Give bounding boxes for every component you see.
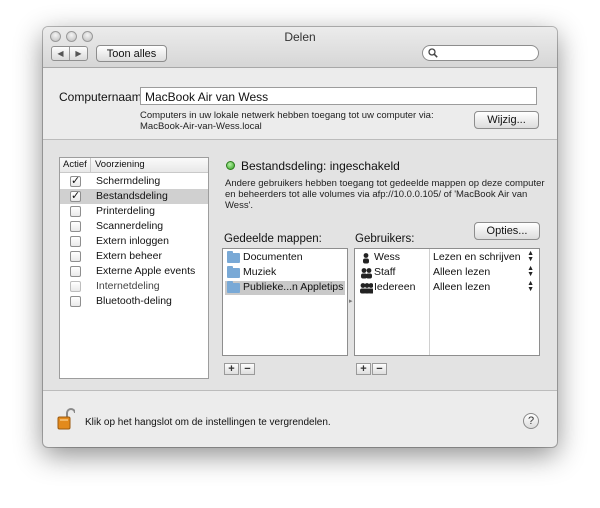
- shared-folder-label: Documenten: [243, 251, 303, 263]
- shared-folder-row[interactable]: Documenten: [225, 251, 345, 265]
- user-row[interactable]: Staff Alleen lezen ▲ ▼: [357, 265, 537, 280]
- user-name: Wess: [374, 251, 401, 263]
- user-row[interactable]: Wess Lezen en schrijven ▲ ▼: [357, 250, 537, 265]
- popup-arrows-icon: ▲ ▼: [527, 250, 534, 263]
- status-indicator: [226, 161, 235, 170]
- service-label: Printerdeling: [96, 205, 155, 217]
- column-divider: [90, 158, 91, 172]
- status-label: Bestandsdeling: ingeschakeld: [241, 159, 400, 173]
- permission-popup[interactable]: Lezen en schrijven ▲ ▼: [433, 250, 537, 263]
- edit-button[interactable]: Wijzig...: [474, 111, 539, 129]
- services-list: Actief Voorziening ✓ Schermdeling ✓ Bestand…: [59, 157, 209, 379]
- services-list-header: Actief Voorziening: [60, 158, 208, 173]
- user-name: Staff: [374, 266, 396, 278]
- service-row[interactable]: Printerdeling: [60, 204, 208, 219]
- service-checkbox[interactable]: [70, 221, 81, 232]
- service-label: Extern inloggen: [96, 235, 169, 247]
- service-label: Extern beheer: [96, 250, 162, 262]
- permission-popup[interactable]: Alleen lezen ▲ ▼: [433, 280, 537, 293]
- service-checkbox[interactable]: [70, 266, 81, 277]
- service-row[interactable]: Extern beheer: [60, 249, 208, 264]
- description-line-2: en beheerders tot alle volumes via afp:/…: [225, 189, 528, 200]
- service-row[interactable]: Bluetooth-deling: [60, 294, 208, 309]
- computer-address: MacBook-Air-van-Wess.local: [140, 121, 262, 132]
- column-header-service[interactable]: Voorziening: [95, 159, 145, 170]
- computer-name-field[interactable]: MacBook Air van Wess: [140, 87, 537, 105]
- users-list: Wess Lezen en schrijven ▲ ▼ Staff Alleen leze…: [354, 248, 540, 356]
- service-checkbox[interactable]: [70, 236, 81, 247]
- lock-hint: Klik op het hangslot om de instellingen …: [85, 417, 331, 428]
- footer-divider: [43, 390, 557, 391]
- service-row[interactable]: ✓ Schermdeling: [60, 174, 208, 189]
- everyone-icon: [360, 283, 373, 294]
- shared-folders-label: Gedeelde mappen:: [224, 233, 322, 245]
- service-row[interactable]: ✓ Bestandsdeling: [60, 189, 208, 204]
- options-button[interactable]: Opties...: [474, 222, 540, 240]
- window-title: Delen: [284, 30, 316, 44]
- shared-folder-row[interactable]: Publieke...n Appletips: [225, 281, 345, 295]
- service-checkbox[interactable]: ✓: [70, 191, 81, 202]
- service-label: Scannerdeling: [96, 220, 164, 232]
- permission-label: Lezen en schrijven: [433, 251, 521, 263]
- sharing-window: Delen ◀ ▶ Toon alles Computernaam: MacBo…: [43, 27, 557, 447]
- service-row[interactable]: Scannerdeling: [60, 219, 208, 234]
- back-button[interactable]: ◀: [52, 47, 69, 60]
- folder-icon: [227, 266, 240, 278]
- service-row[interactable]: Extern inloggen: [60, 234, 208, 249]
- service-label: Bluetooth-deling: [96, 295, 172, 307]
- service-row[interactable]: Externe Apple events: [60, 264, 208, 279]
- popup-arrows-icon: ▲ ▼: [527, 265, 534, 278]
- help-button[interactable]: ?: [523, 413, 539, 429]
- service-label: Externe Apple events: [96, 265, 196, 277]
- lock-icon[interactable]: [57, 407, 75, 431]
- permission-label: Alleen lezen: [433, 281, 491, 293]
- forward-button[interactable]: ▶: [69, 47, 87, 60]
- group-icon: [361, 268, 372, 279]
- folder-icon: [227, 281, 240, 293]
- title-bar: Delen ◀ ▶ Toon alles: [43, 27, 557, 68]
- service-checkbox[interactable]: [70, 251, 81, 262]
- computer-address-info: Computers in uw lokale netwerk hebben to…: [140, 110, 434, 121]
- permission-popup[interactable]: Alleen lezen ▲ ▼: [433, 265, 537, 278]
- service-row[interactable]: Internetdeling: [60, 279, 208, 294]
- back-forward-control: ◀ ▶: [51, 46, 88, 61]
- service-label: Internetdeling: [96, 280, 160, 292]
- service-label: Schermdeling: [96, 175, 161, 187]
- add-folder-button[interactable]: +: [224, 363, 239, 375]
- popup-arrows-icon: ▲ ▼: [527, 280, 534, 293]
- remove-folder-button[interactable]: −: [240, 363, 255, 375]
- computer-name-label: Computernaam:: [59, 90, 146, 104]
- shared-folder-label: Muziek: [243, 266, 277, 278]
- permission-label: Alleen lezen: [433, 266, 491, 278]
- description-line-1: Andere gebruikers hebben toegang tot ged…: [225, 178, 545, 189]
- service-checkbox[interactable]: [70, 296, 81, 307]
- search-icon: [428, 48, 438, 58]
- folder-icon: [227, 251, 240, 263]
- service-checkbox[interactable]: [70, 206, 81, 217]
- remove-user-button[interactable]: −: [372, 363, 387, 375]
- user-row[interactable]: Iedereen Alleen lezen ▲ ▼: [357, 280, 537, 295]
- single-user-icon: [363, 253, 369, 264]
- description-line-3: Wess'.: [225, 200, 254, 211]
- shared-folder-row[interactable]: Muziek: [225, 266, 345, 280]
- show-all-button[interactable]: Toon alles: [96, 45, 167, 62]
- service-checkbox[interactable]: [70, 281, 81, 292]
- list-resize-handle[interactable]: ▸: [349, 297, 353, 305]
- search-field[interactable]: [422, 45, 539, 61]
- shared-folder-label: Publieke...n Appletips: [243, 281, 344, 293]
- users-label: Gebruikers:: [355, 233, 415, 245]
- column-header-active[interactable]: Actief: [63, 159, 87, 170]
- service-label: Bestandsdeling: [96, 190, 168, 202]
- service-checkbox[interactable]: ✓: [70, 176, 81, 187]
- add-user-button[interactable]: +: [356, 363, 371, 375]
- shared-folders-list: Documenten Muziek Publieke...n Appletips: [222, 248, 348, 356]
- user-name: Iedereen: [374, 281, 416, 293]
